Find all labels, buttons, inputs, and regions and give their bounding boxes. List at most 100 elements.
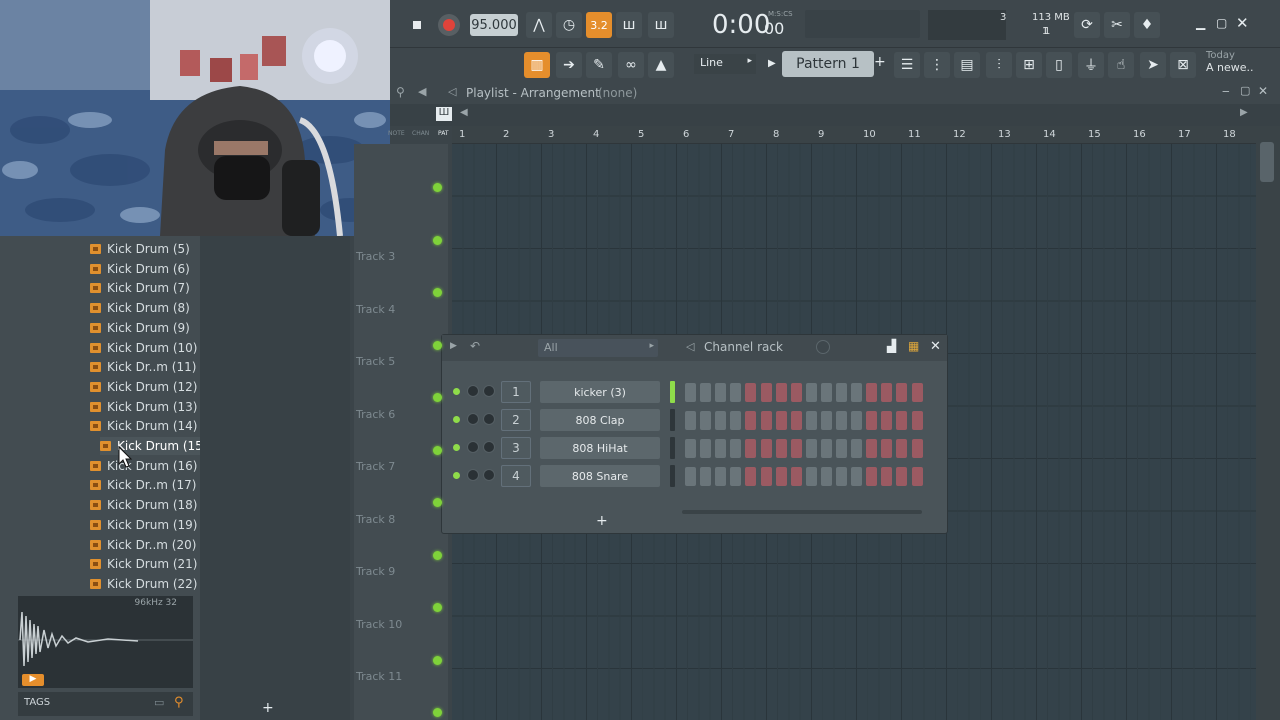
- step-button[interactable]: [851, 411, 863, 430]
- step-button[interactable]: [896, 467, 908, 486]
- search-icon[interactable]: ⚲: [396, 85, 405, 99]
- track-mute-led[interactable]: [433, 708, 442, 717]
- volume-knob[interactable]: [483, 385, 495, 397]
- project-button[interactable]: ▯: [1046, 52, 1072, 78]
- rack-menu-icon[interactable]: ▶: [450, 341, 457, 351]
- playlist-scrollbar[interactable]: [1256, 126, 1280, 720]
- browser-item[interactable]: Kick Dr..m (11)★: [90, 358, 212, 376]
- channel-mute-led[interactable]: [453, 472, 460, 479]
- rack-close-icon[interactable]: ✕: [930, 339, 941, 354]
- step-button[interactable]: [911, 383, 923, 402]
- pan-knob[interactable]: [467, 469, 479, 481]
- pan-knob[interactable]: [467, 441, 479, 453]
- step-button[interactable]: [851, 467, 863, 486]
- browser-item[interactable]: Kick Drum (7): [90, 279, 190, 297]
- step-button[interactable]: [700, 439, 712, 458]
- record-button[interactable]: [438, 14, 460, 36]
- step-button[interactable]: [836, 383, 847, 402]
- step-button[interactable]: [790, 411, 802, 430]
- browser-item[interactable]: Kick Drum (19): [90, 516, 197, 534]
- step-button[interactable]: [820, 411, 832, 430]
- step-button[interactable]: [745, 411, 757, 430]
- step-button[interactable]: [851, 383, 863, 402]
- channel-name-button[interactable]: 808 Clap: [540, 409, 660, 431]
- step-button[interactable]: [715, 439, 727, 458]
- step-button[interactable]: [685, 383, 696, 402]
- track-mute-led[interactable]: [433, 445, 442, 455]
- link-button[interactable]: ∞: [618, 52, 644, 78]
- step-button[interactable]: [866, 467, 878, 486]
- undo-icon[interactable]: ↶: [470, 339, 480, 353]
- browser-item[interactable]: Kick Drum (21): [90, 555, 197, 573]
- pattern-length-button[interactable]: 3.2: [586, 12, 612, 38]
- snap-select[interactable]: Line ▸: [694, 54, 756, 74]
- step-button[interactable]: [805, 439, 817, 458]
- channel-rack-button[interactable]: ▤: [954, 52, 980, 78]
- step-button[interactable]: [881, 439, 893, 458]
- track-label[interactable]: Track 4: [356, 303, 395, 316]
- step-button[interactable]: [790, 439, 802, 458]
- blend-notes-button[interactable]: ш: [648, 12, 674, 38]
- step-button[interactable]: [715, 383, 727, 402]
- step-button[interactable]: [685, 467, 696, 486]
- undo-history-button[interactable]: ⟳: [1074, 12, 1100, 38]
- stamp-button[interactable]: ▲: [648, 52, 674, 78]
- step-button[interactable]: [775, 383, 787, 402]
- step-button[interactable]: [730, 467, 742, 486]
- mixer-track-number[interactable]: 4: [501, 465, 531, 487]
- browser-item[interactable]: Kick Drum (14): [90, 417, 197, 435]
- browser-item[interactable]: Kick Drum (6): [90, 260, 190, 278]
- step-button[interactable]: [745, 383, 757, 402]
- step-view-icon[interactable]: ▦: [908, 339, 919, 353]
- group-filter-select[interactable]: All ▸: [538, 339, 658, 357]
- step-button[interactable]: [715, 411, 727, 430]
- channel-name-button[interactable]: kicker (3): [540, 381, 660, 403]
- step-button[interactable]: [760, 467, 772, 486]
- step-button[interactable]: [700, 467, 712, 486]
- track-label[interactable]: Track 6: [356, 408, 395, 421]
- browser-item[interactable]: Kick Drum (8): [90, 299, 190, 317]
- playlist-maximize[interactable]: ▢: [1240, 84, 1250, 97]
- plugin-button[interactable]: ⏚: [1078, 52, 1104, 78]
- swing-knob[interactable]: [816, 340, 830, 354]
- step-button[interactable]: [820, 439, 832, 458]
- mixer-track-number[interactable]: 1: [501, 381, 531, 403]
- graph-editor-icon[interactable]: ▟: [887, 339, 896, 353]
- track-mute-led[interactable]: [433, 288, 442, 297]
- add-channel-button[interactable]: +: [596, 513, 608, 529]
- pan-knob[interactable]: [467, 385, 479, 397]
- step-button[interactable]: [760, 439, 772, 458]
- track-label[interactable]: Track 11: [356, 670, 402, 683]
- step-button[interactable]: [896, 411, 908, 430]
- touch-button[interactable]: ☝: [1108, 52, 1134, 78]
- track-mute-led[interactable]: [433, 235, 442, 245]
- browser-item[interactable]: Kick Drum (5): [90, 240, 190, 258]
- draw-tool-button[interactable]: ✎: [586, 52, 612, 78]
- pan-knob[interactable]: [467, 413, 479, 425]
- channel-name-button[interactable]: 808 Snare: [540, 465, 660, 487]
- scrollbar-thumb[interactable]: [1260, 142, 1274, 182]
- stop-button[interactable]: [408, 16, 426, 34]
- step-button[interactable]: [866, 439, 878, 458]
- channel-select-indicator[interactable]: [670, 465, 675, 487]
- folder-icon[interactable]: ▭: [154, 696, 164, 709]
- track-mute-led[interactable]: [433, 340, 442, 350]
- channel-select-indicator[interactable]: [670, 381, 675, 403]
- cut-tool-button[interactable]: ✂: [1104, 12, 1130, 38]
- add-pattern-button[interactable]: +: [874, 54, 888, 74]
- rack-scrollbar[interactable]: [682, 510, 922, 514]
- channel-mute-led[interactable]: [453, 444, 460, 451]
- pattern-picker-icon[interactable]: Ш: [436, 107, 452, 121]
- track-label[interactable]: Track 10: [356, 618, 402, 631]
- browser-item[interactable]: Kick Drum (12): [90, 378, 197, 396]
- step-button[interactable]: [730, 383, 742, 402]
- browser-item[interactable]: Kick Drum (16): [90, 457, 197, 475]
- step-button[interactable]: [805, 411, 817, 430]
- step-button[interactable]: [911, 411, 923, 430]
- browser-item[interactable]: Kick Drum (13): [90, 398, 197, 416]
- step-button[interactable]: [805, 467, 817, 486]
- channel-name-button[interactable]: 808 HiHat: [540, 437, 660, 459]
- step-button[interactable]: [685, 411, 696, 430]
- browser-item[interactable]: Kick Drum (9): [90, 319, 190, 337]
- tags-bar[interactable]: TAGS ▭ ⚲: [18, 692, 193, 716]
